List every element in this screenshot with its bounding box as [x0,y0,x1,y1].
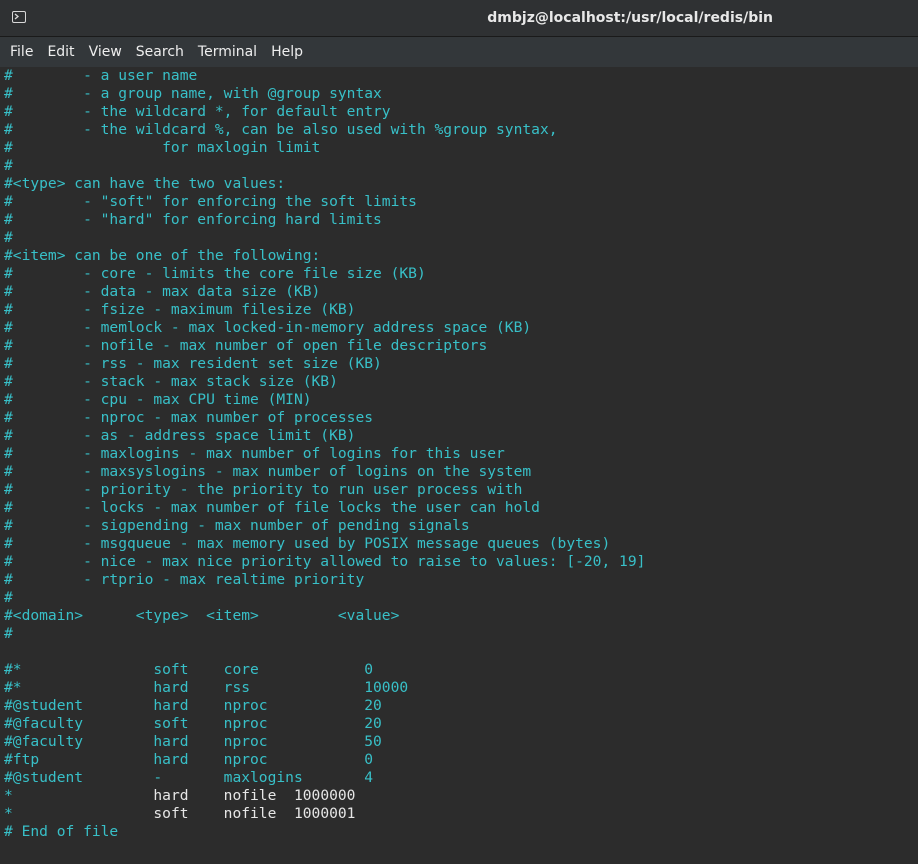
terminal-line: #<type> can have the two values: [4,175,286,192]
menu-search[interactable]: Search [129,37,191,67]
terminal-output[interactable]: # - a user name # - a group name, with @g… [0,67,918,864]
terminal-line: # - data - max data size (KB) [4,283,321,300]
menu-bar: File Edit View Search Terminal Help [0,37,918,67]
terminal-line: #<item> can be one of the following: [4,247,321,264]
terminal-line: # [4,157,13,174]
terminal-line: # - nofile - max number of open file des… [4,337,488,354]
terminal-line: #* soft core 0 [4,661,374,678]
terminal-line: # - stack - max stack size (KB) [4,373,338,390]
terminal-line: # - cpu - max CPU time (MIN) [4,391,312,408]
terminal-line: # - "hard" for enforcing hard limits [4,211,382,228]
terminal-line: #* hard rss 10000 [4,679,409,696]
terminal-line: # - "soft" for enforcing the soft limits [4,193,417,210]
menu-edit[interactable]: Edit [40,37,81,67]
menu-help[interactable]: Help [264,37,310,67]
terminal-icon[interactable] [12,11,26,23]
terminal-line: # - maxlogins - max number of logins for… [4,445,505,462]
terminal-line: # - a user name [4,67,198,84]
terminal-line: # - core - limits the core file size (KB… [4,265,426,282]
terminal-line: #ftp hard nproc 0 [4,751,374,768]
terminal-line: # - sigpending - max number of pending s… [4,517,470,534]
terminal-line: # [4,589,13,606]
terminal-line: #@faculty soft nproc 20 [4,715,382,732]
terminal-line: # - the wildcard *, for default entry [4,103,391,120]
terminal-line: * hard nofile 1000000 [4,787,356,804]
terminal-text: # - a user name # - a group name, with @g… [4,67,645,841]
terminal-line: # - the wildcard %, can be also used wit… [4,121,558,138]
terminal-line: # - nproc - max number of processes [4,409,374,426]
terminal-line: # [4,229,13,246]
terminal-line: # - rss - max resident set size (KB) [4,355,382,372]
terminal-line: # - locks - max number of file locks the… [4,499,540,516]
terminal-line: # for maxlogin limit [4,139,321,156]
terminal-line: # - memlock - max locked-in-memory addre… [4,319,532,336]
terminal-line: #<domain> <type> <item> <value> [4,607,400,624]
terminal-line: # - fsize - maximum filesize (KB) [4,301,356,318]
menu-file[interactable]: File [3,37,40,67]
terminal-line: #@faculty hard nproc 50 [4,733,382,750]
terminal-line: #@student - maxlogins 4 [4,769,374,786]
terminal-line: # - a group name, with @group syntax [4,85,382,102]
terminal-line: #@student hard nproc 20 [4,697,382,714]
terminal-line: # - priority - the priority to run user … [4,481,523,498]
terminal-line: # - rtprio - max realtime priority [4,571,365,588]
window-title: dmbjz@localhost:/usr/local/redis/bin [487,10,773,26]
terminal-line: * soft nofile 1000001 [4,805,356,822]
terminal-line: # - nice - max nice priority allowed to … [4,553,646,570]
title-bar: dmbjz@localhost:/usr/local/redis/bin [0,0,918,37]
menu-view[interactable]: View [82,37,129,67]
terminal-line: # - as - address space limit (KB) [4,427,356,444]
terminal-line: # [4,625,13,642]
terminal-line: # End of file [4,823,119,840]
terminal-window: dmbjz@localhost:/usr/local/redis/bin Fil… [0,0,918,864]
terminal-line: # - msgqueue - max memory used by POSIX … [4,535,611,552]
terminal-line: # - maxsyslogins - max number of logins … [4,463,532,480]
menu-terminal[interactable]: Terminal [191,37,264,67]
